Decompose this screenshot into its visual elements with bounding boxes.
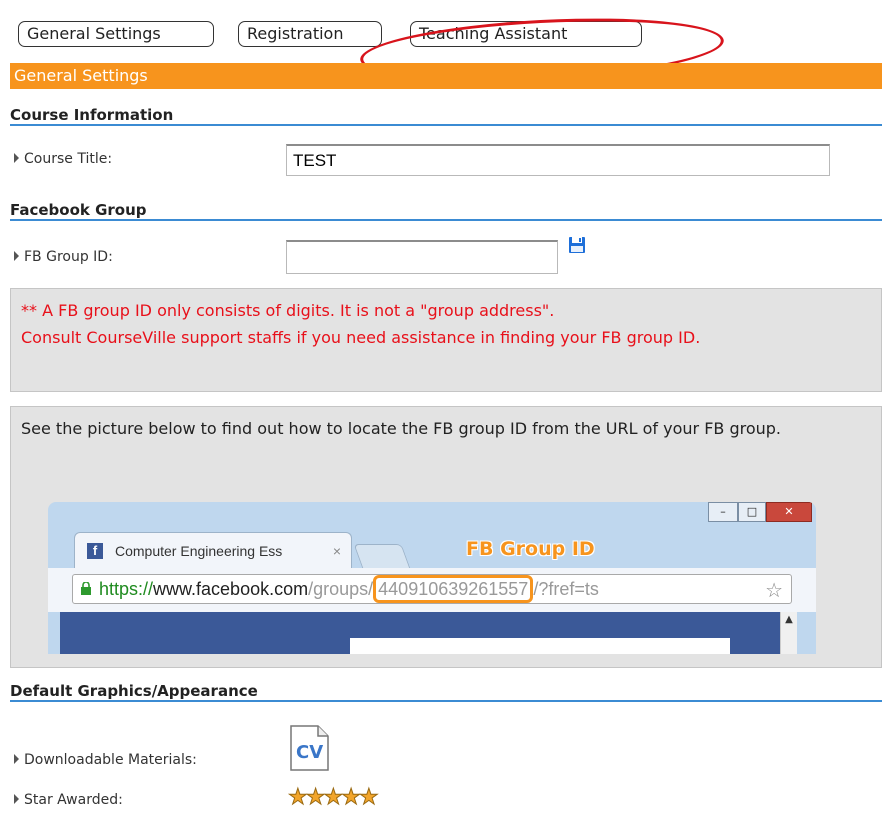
fb-page-content: [60, 612, 780, 654]
bookmark-star-icon: ☆: [765, 580, 783, 602]
help-text: See the picture below to find out how to…: [21, 419, 782, 438]
close-icon: ✕: [766, 502, 812, 522]
new-tab-icon: [353, 544, 411, 569]
fb-group-id-annotation: FB Group ID: [466, 538, 595, 560]
url-scheme: https://: [99, 579, 154, 599]
scrollbar-up-icon: ▲: [780, 612, 797, 654]
star-icon: ★: [323, 785, 344, 811]
star-icon: ★: [358, 785, 379, 811]
courseville-file-icon[interactable]: CV: [288, 724, 330, 772]
maximize-icon: □: [738, 502, 766, 522]
tab-close-icon: ×: [332, 543, 341, 559]
heading-default-graphics: Default Graphics/Appearance: [10, 680, 882, 702]
star-awarded-label: Star Awarded:: [14, 792, 123, 808]
fb-group-id-label: FB Group ID:: [14, 249, 113, 265]
star-awarded-label-text: Star Awarded:: [24, 792, 123, 808]
course-title-label-text: Course Title:: [24, 151, 113, 167]
heading-facebook-group: Facebook Group: [10, 199, 882, 221]
facebook-logo-icon: f: [87, 543, 103, 559]
bullet-arrow-icon: [14, 251, 19, 261]
url-bar: https://www.facebook.com/groups/44091063…: [72, 574, 792, 604]
url-group-id: 440910639261557: [373, 575, 534, 603]
tab-bar: General Settings Registration Teaching A…: [18, 10, 726, 90]
star-icon: ★: [341, 785, 362, 811]
lock-icon: [81, 582, 91, 595]
browser-tab-title: Computer Engineering Ess: [115, 543, 283, 559]
omnibox-bar: https://www.facebook.com/groups/44091063…: [48, 568, 816, 612]
warning-line-1: ** A FB group ID only consists of digits…: [21, 301, 555, 320]
downloadable-materials-label: Downloadable Materials:: [14, 752, 197, 768]
url-domain: www.facebook.com: [153, 579, 309, 599]
bullet-arrow-icon: [14, 153, 19, 163]
minimize-icon: –: [708, 502, 738, 522]
url-query: /?fref=ts: [533, 579, 599, 599]
section-bar-general-settings: General Settings: [10, 63, 882, 89]
fb-group-id-input[interactable]: [286, 240, 558, 274]
warning-line-2: Consult CourseVille support staffs if yo…: [21, 328, 701, 347]
fb-group-id-label-text: FB Group ID:: [24, 249, 113, 265]
fb-url-example-image: – □ ✕ f Computer Engineering Ess × FB Gr…: [48, 502, 816, 654]
heading-course-information: Course Information: [10, 104, 882, 126]
course-title-label: Course Title:: [14, 151, 112, 167]
courseville-file-icon-text: CV: [296, 742, 323, 763]
tab-registration[interactable]: Registration: [238, 21, 382, 47]
star-icon: ★: [305, 785, 326, 811]
course-title-input[interactable]: [286, 144, 830, 176]
star-awarded-icons[interactable]: ★★★★★: [288, 785, 380, 811]
save-icon[interactable]: [568, 236, 586, 254]
bullet-arrow-icon: [14, 794, 19, 804]
url-path: /groups/: [308, 579, 374, 599]
fb-id-warning-box: ** A FB group ID only consists of digits…: [10, 288, 882, 392]
tab-general-settings[interactable]: General Settings: [18, 21, 214, 47]
star-icon: ★: [288, 785, 309, 811]
fb-search-field: [350, 638, 730, 654]
downloadable-materials-label-text: Downloadable Materials:: [24, 752, 197, 768]
bullet-arrow-icon: [14, 754, 19, 764]
browser-tab: f Computer Engineering Ess ×: [74, 532, 352, 568]
